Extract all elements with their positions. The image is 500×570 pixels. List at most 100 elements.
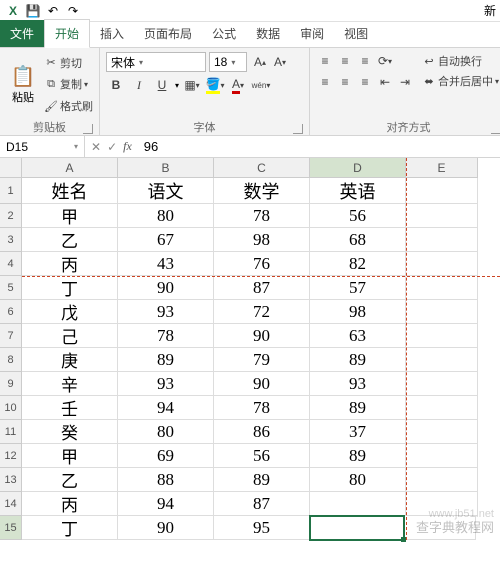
cell[interactable]: 乙 bbox=[22, 468, 118, 492]
cell[interactable] bbox=[406, 324, 478, 348]
row-header[interactable]: 8 bbox=[0, 348, 22, 372]
font-color-button[interactable]: A▾ bbox=[228, 76, 248, 94]
cell[interactable]: 丙 bbox=[22, 492, 118, 516]
paste-button[interactable]: 📋 粘贴 bbox=[4, 50, 42, 119]
col-header-c[interactable]: C bbox=[214, 158, 310, 178]
align-top-button[interactable]: ≡ bbox=[316, 52, 334, 70]
cell[interactable] bbox=[406, 372, 478, 396]
cell[interactable]: 80 bbox=[310, 468, 406, 492]
grow-font-button[interactable]: A▴ bbox=[251, 53, 269, 71]
row-header[interactable]: 14 bbox=[0, 492, 22, 516]
cell[interactable] bbox=[406, 204, 478, 228]
row-header[interactable]: 2 bbox=[0, 204, 22, 228]
cell[interactable]: 数学 bbox=[214, 178, 310, 204]
cell[interactable]: 90 bbox=[118, 516, 214, 540]
row-header[interactable]: 9 bbox=[0, 372, 22, 396]
cell[interactable]: 辛 bbox=[22, 372, 118, 396]
cell[interactable]: 英语 bbox=[310, 178, 406, 204]
row-header[interactable]: 4 bbox=[0, 252, 22, 276]
cell[interactable]: 37 bbox=[310, 420, 406, 444]
cell[interactable]: 89 bbox=[118, 348, 214, 372]
shrink-font-button[interactable]: A▾ bbox=[271, 53, 289, 71]
cell[interactable]: 93 bbox=[118, 372, 214, 396]
select-all-corner[interactable] bbox=[0, 158, 22, 178]
cell[interactable] bbox=[310, 492, 406, 516]
cell[interactable]: 己 bbox=[22, 324, 118, 348]
name-box[interactable]: D15▾ bbox=[0, 136, 85, 157]
cell[interactable]: 88 bbox=[118, 468, 214, 492]
undo-button[interactable]: ↶ bbox=[44, 2, 62, 20]
cell[interactable] bbox=[406, 228, 478, 252]
cell[interactable]: 姓名 bbox=[22, 178, 118, 204]
cell[interactable]: 94 bbox=[118, 492, 214, 516]
enter-formula-icon[interactable]: ✓ bbox=[107, 140, 117, 154]
copy-button[interactable]: ⧉复制 ▾ bbox=[42, 75, 95, 93]
cell[interactable] bbox=[406, 492, 478, 516]
cell[interactable] bbox=[406, 348, 478, 372]
cell[interactable]: 丙 bbox=[22, 252, 118, 276]
tab-view[interactable]: 视图 bbox=[334, 20, 378, 47]
cell[interactable]: 72 bbox=[214, 300, 310, 324]
cell[interactable]: 68 bbox=[310, 228, 406, 252]
tab-file[interactable]: 文件 bbox=[0, 20, 44, 47]
row-header[interactable]: 13 bbox=[0, 468, 22, 492]
cell[interactable]: 78 bbox=[118, 324, 214, 348]
font-name-combo[interactable]: 宋体▾ bbox=[106, 52, 206, 72]
cancel-formula-icon[interactable]: ✕ bbox=[91, 140, 101, 154]
cell[interactable] bbox=[406, 444, 478, 468]
cell[interactable] bbox=[406, 276, 478, 300]
cell[interactable]: 癸 bbox=[22, 420, 118, 444]
decrease-indent-button[interactable]: ⇤ bbox=[376, 73, 394, 91]
cell[interactable]: 庚 bbox=[22, 348, 118, 372]
tab-page-layout[interactable]: 页面布局 bbox=[134, 20, 202, 47]
cell[interactable]: 90 bbox=[118, 276, 214, 300]
cell[interactable]: 43 bbox=[118, 252, 214, 276]
row-header[interactable]: 15 bbox=[0, 516, 22, 540]
cell[interactable]: 86 bbox=[214, 420, 310, 444]
format-painter-button[interactable]: 🖌格式刷 bbox=[42, 97, 95, 115]
fx-icon[interactable]: fx bbox=[123, 139, 132, 154]
cell[interactable]: 98 bbox=[214, 228, 310, 252]
cell[interactable]: 78 bbox=[214, 204, 310, 228]
redo-button[interactable]: ↷ bbox=[64, 2, 82, 20]
col-header-d[interactable]: D bbox=[310, 158, 406, 178]
tab-data[interactable]: 数据 bbox=[246, 20, 290, 47]
cell[interactable]: 56 bbox=[310, 204, 406, 228]
cell[interactable]: 67 bbox=[118, 228, 214, 252]
dialog-launcher-icon[interactable] bbox=[83, 124, 93, 134]
dialog-launcher-icon[interactable] bbox=[293, 124, 303, 134]
row-header[interactable]: 3 bbox=[0, 228, 22, 252]
cell[interactable] bbox=[406, 396, 478, 420]
cut-button[interactable]: ✂剪切 bbox=[42, 54, 95, 72]
bold-button[interactable]: B bbox=[106, 76, 126, 94]
cell[interactable]: 56 bbox=[214, 444, 310, 468]
save-button[interactable]: 💾 bbox=[24, 2, 42, 20]
align-bottom-button[interactable]: ≡ bbox=[356, 52, 374, 70]
cell[interactable]: 76 bbox=[214, 252, 310, 276]
border-button[interactable]: ▦▾ bbox=[182, 76, 202, 94]
cell[interactable] bbox=[406, 252, 478, 276]
tab-formulas[interactable]: 公式 bbox=[202, 20, 246, 47]
cell[interactable]: 89 bbox=[310, 396, 406, 420]
cell[interactable]: 戊 bbox=[22, 300, 118, 324]
increase-indent-button[interactable]: ⇥ bbox=[396, 73, 414, 91]
cell[interactable]: 94 bbox=[118, 396, 214, 420]
cell[interactable] bbox=[406, 178, 478, 204]
phonetic-button[interactable]: wén▾ bbox=[251, 76, 271, 94]
cell[interactable]: 89 bbox=[310, 444, 406, 468]
cell[interactable]: 90 bbox=[214, 324, 310, 348]
italic-button[interactable]: I bbox=[129, 76, 149, 94]
cell[interactable]: 乙 bbox=[22, 228, 118, 252]
cell[interactable] bbox=[406, 420, 478, 444]
cell[interactable]: 87 bbox=[214, 276, 310, 300]
row-header[interactable]: 5 bbox=[0, 276, 22, 300]
cell[interactable]: 63 bbox=[310, 324, 406, 348]
cell[interactable]: 壬 bbox=[22, 396, 118, 420]
underline-button[interactable]: U bbox=[152, 76, 172, 94]
col-header-e[interactable]: E bbox=[406, 158, 478, 178]
cell[interactable]: 79 bbox=[214, 348, 310, 372]
cell[interactable]: 82 bbox=[310, 252, 406, 276]
cell[interactable]: 80 bbox=[118, 204, 214, 228]
row-header[interactable]: 10 bbox=[0, 396, 22, 420]
align-left-button[interactable]: ≡ bbox=[316, 73, 334, 91]
